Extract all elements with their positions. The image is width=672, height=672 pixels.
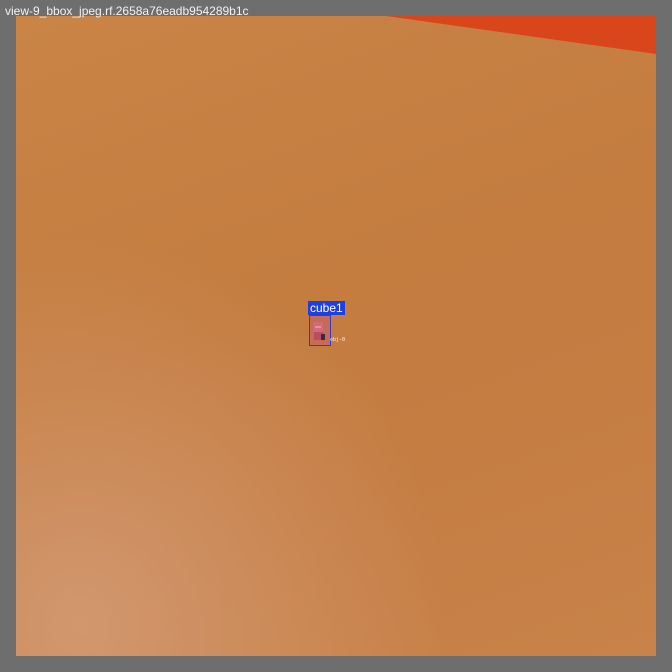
bounding-box-label: cube1: [308, 301, 345, 315]
image-filename: view-9_bbox_jpeg.rf.2658a76eadb954289b1c: [5, 4, 249, 18]
annotated-image[interactable]: cube1 obj-0: [16, 16, 656, 656]
cube-object-icon: [313, 322, 325, 340]
image-viewer: view-9_bbox_jpeg.rf.2658a76eadb954289b1c…: [0, 0, 672, 672]
orange-wedge-shape: [386, 16, 656, 54]
object-marker-text: obj-0: [330, 337, 346, 343]
